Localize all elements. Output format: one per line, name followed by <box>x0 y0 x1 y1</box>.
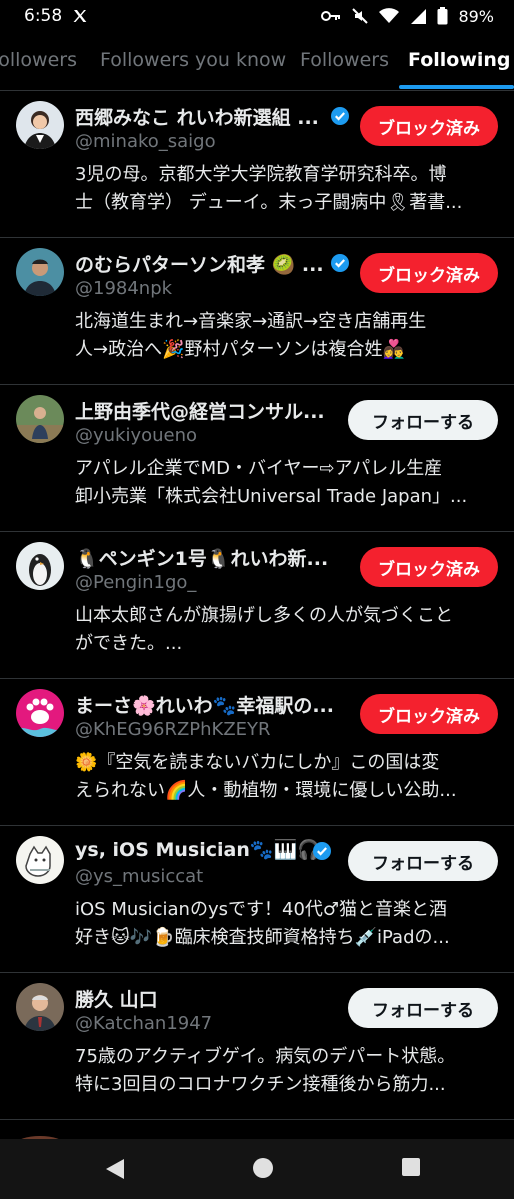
blocked-button[interactable]: ブロック済み <box>360 106 498 146</box>
avatar[interactable] <box>16 248 64 296</box>
verified-badge-icon <box>312 841 332 861</box>
bio: 山本太郎さんが旗揚げし多くの人が気づくこと ができた。... <box>75 605 453 654</box>
bio: iOS Musicianのysです！40代♂猫と音楽と酒 好き🐱🎶🍺臨床検査技師… <box>75 899 450 948</box>
system-nav-bar <box>0 1139 514 1199</box>
username: @1984npk <box>75 278 173 299</box>
account-row[interactable]: ys, iOS Musician🐾🎹🎧 @ys_musiccat フォローする … <box>0 826 514 973</box>
display-name: のむらパターソン和孝 🥝 ... <box>75 254 324 276</box>
signal-icon <box>409 8 427 24</box>
key-icon <box>321 9 341 23</box>
account-row[interactable]: のむらパターソン和孝 🥝 ... @1984npk ブロック済み 北海道生まれ→… <box>0 238 514 385</box>
bio: 北海道生まれ→音楽家→通訳→空き店舗再生 人→政治へ🎉野村パターソンは複合姓👩‍… <box>75 311 427 360</box>
username: @ys_musiccat <box>75 866 204 887</box>
status-right: 89% <box>321 7 494 26</box>
bio: 75歳のアクティブゲイ。病気のデパート状態。 特に3回目のコロナワクチン接種後か… <box>75 1046 456 1095</box>
verified-badge-icon <box>330 106 350 126</box>
username: @minako_saigo <box>75 131 216 152</box>
recents-icon[interactable] <box>401 1157 421 1181</box>
battery-percent: 89% <box>458 6 494 26</box>
account-row[interactable]: まーさ🌸れいわ🐾幸福駅の... @KhEG96RZPhKZEYR ブロック済み … <box>0 679 514 826</box>
status-bar: 6:58 89% <box>0 0 514 32</box>
blocked-button[interactable]: ブロック済み <box>360 547 498 587</box>
avatar[interactable] <box>16 836 64 884</box>
home-icon[interactable] <box>252 1157 274 1183</box>
display-name: 上野由季代@経営コンサル... <box>75 401 325 423</box>
battery-icon <box>437 7 448 25</box>
following-list: 西郷みなこ れいわ新選組 ... @minako_saigo ブロック済み 3児… <box>0 91 514 1120</box>
avatar[interactable] <box>16 689 64 737</box>
username: @Katchan1947 <box>75 1013 213 1034</box>
blocked-button[interactable]: ブロック済み <box>360 253 498 293</box>
username: @KhEG96RZPhKZEYR <box>75 719 271 740</box>
active-tab-indicator <box>399 85 514 89</box>
avatar[interactable] <box>16 395 64 443</box>
tab-following[interactable]: Following <box>408 32 511 90</box>
follow-button[interactable]: フォローする <box>348 988 498 1028</box>
blocked-button[interactable]: ブロック済み <box>360 694 498 734</box>
account-row[interactable]: 上野由季代@経営コンサル... @yukiyoueno フォローする アパレル企… <box>0 385 514 532</box>
account-row[interactable]: 西郷みなこ れいわ新選組 ... @minako_saigo ブロック済み 3児… <box>0 91 514 238</box>
display-name: 勝久 山口 <box>75 989 158 1011</box>
x-logo-icon <box>72 8 88 24</box>
bio: 3児の母。京都大学大学院教育学研究科卒。博 士（教育学） デューイ。末っ子闘病中… <box>75 164 463 213</box>
account-row[interactable]: 勝久 山口 @Katchan1947 フォローする 75歳のアクティブゲイ。病気… <box>0 973 514 1120</box>
display-name: ys, iOS Musician🐾🎹🎧 <box>75 839 321 861</box>
display-name: 西郷みなこ れいわ新選組 ... <box>75 107 319 129</box>
tab-followers[interactable]: Followers <box>300 32 389 90</box>
back-icon[interactable] <box>104 1157 126 1185</box>
avatar[interactable] <box>16 983 64 1031</box>
account-row[interactable]: 🐧ペンギン1号🐧れいわ新... @Pengin1go_ ブロック済み 山本太郎さ… <box>0 532 514 679</box>
username: @Pengin1go_ <box>75 572 197 593</box>
next-row-peek <box>0 1129 514 1139</box>
status-left: 6:58 <box>24 6 88 26</box>
tab-verified-followers[interactable]: Followers <box>0 32 77 90</box>
bio: アパレル企業でMD・バイヤー⇨アパレル生産 卸小売業「株式会社Universal… <box>75 458 468 507</box>
avatar[interactable] <box>16 101 64 149</box>
follow-button[interactable]: フォローする <box>348 400 498 440</box>
tab-followers-you-know[interactable]: Followers you know <box>100 32 286 90</box>
mute-icon <box>351 7 369 25</box>
wifi-icon <box>379 8 400 24</box>
avatar[interactable] <box>16 542 64 590</box>
status-time: 6:58 <box>24 6 63 26</box>
display-name: まーさ🌸れいわ🐾幸福駅の... <box>75 695 334 717</box>
display-name: 🐧ペンギン1号🐧れいわ新... <box>75 548 329 570</box>
verified-badge-icon <box>330 253 350 273</box>
username: @yukiyoueno <box>75 425 198 446</box>
bio: 🌼『空気を読まないバカにしか』この国は変 えられない🌈人・動植物・環境に優しい公… <box>75 752 457 801</box>
follow-button[interactable]: フォローする <box>348 841 498 881</box>
profile-tabs: Followers Followers you know Followers F… <box>0 32 514 91</box>
